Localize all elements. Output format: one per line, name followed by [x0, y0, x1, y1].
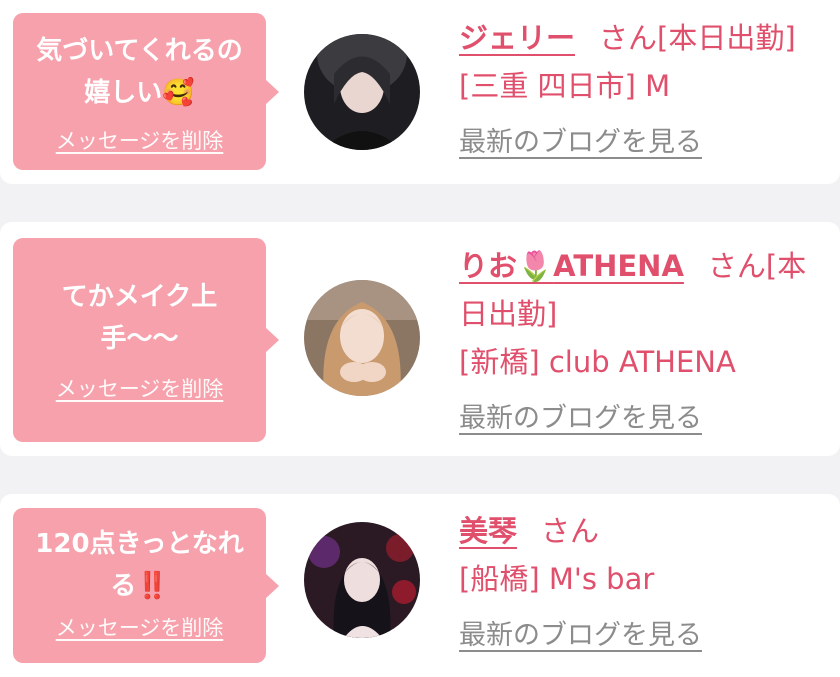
double-exclamation-icon: ‼️ — [136, 571, 169, 601]
delete-message-link[interactable]: メッセージを削除 — [13, 125, 266, 155]
avatar[interactable] — [304, 34, 420, 150]
cast-info: ジェリー さん[本日出勤] [三重 四日市] M 最新のブログを見る — [459, 14, 820, 159]
tulip-icon: 🌷 — [517, 249, 554, 283]
message-text: 120点きっとなれ る‼️ — [35, 529, 244, 601]
cast-name-link[interactable]: ジェリー — [459, 21, 575, 55]
delete-message-link[interactable]: メッセージを削除 — [13, 373, 266, 403]
message-bubble: てかメイク上 手〜〜 メッセージを削除 — [13, 238, 279, 442]
message-text: 気づいてくれるの 嬉しい🥰 — [36, 36, 243, 108]
latest-blog-link[interactable]: 最新のブログを見る — [459, 613, 702, 652]
avatar[interactable] — [304, 522, 420, 638]
message-card: 気づいてくれるの 嬉しい🥰 メッセージを削除 ジェリー さん[本日出勤] [三重 四… — [0, 0, 840, 184]
message-bubble: 気づいてくれるの 嬉しい🥰 メッセージを削除 — [13, 13, 279, 170]
message-card: てかメイク上 手〜〜 メッセージを削除 りお🌷ATHENA さん[本 日出勤] [新… — [0, 222, 840, 456]
delete-message-link[interactable]: メッセージを削除 — [13, 612, 266, 642]
message-text: てかメイク上 手〜〜 — [61, 282, 218, 354]
message-bubble: 120点きっとなれ る‼️ メッセージを削除 — [13, 508, 279, 663]
cast-status: さん[本 — [707, 249, 807, 283]
cast-status: さん — [541, 514, 600, 548]
message-list: 気づいてくれるの 嬉しい🥰 メッセージを削除 ジェリー さん[本日出勤] [三重 四… — [0, 0, 840, 677]
latest-blog-link[interactable]: 最新のブログを見る — [459, 396, 702, 435]
cast-info: 美琴 さん [船橋] M's bar 最新のブログを見る — [459, 507, 820, 652]
cast-status: さん[本日出勤] — [599, 21, 796, 55]
cast-store: [新橋] club ATHENA — [459, 345, 736, 379]
cast-name-link[interactable]: りお🌷ATHENA — [459, 249, 684, 283]
latest-blog-link[interactable]: 最新のブログを見る — [459, 120, 702, 159]
cast-info: りお🌷ATHENA さん[本 日出勤] [新橋] club ATHENA 最新のブ… — [459, 242, 820, 435]
cast-status-continued: 日出勤] — [459, 297, 558, 331]
cast-name-link[interactable]: 美琴 — [459, 514, 517, 548]
cast-store: [船橋] M's bar — [459, 562, 655, 596]
avatar[interactable] — [304, 280, 420, 396]
smiling-face-with-hearts-icon: 🥰 — [162, 78, 195, 108]
message-card: 120点きっとなれ る‼️ メッセージを削除 美琴 さん [船橋] M's bar … — [0, 494, 840, 677]
cast-store: [三重 四日市] M — [459, 69, 671, 103]
